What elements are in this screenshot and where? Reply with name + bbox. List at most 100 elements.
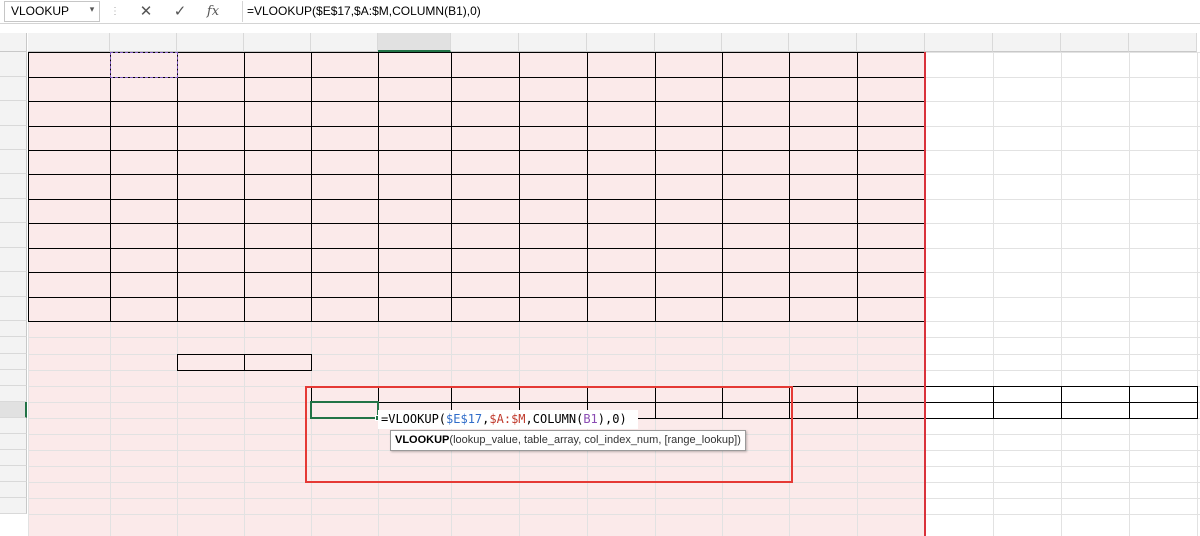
sales-value-cell[interactable] bbox=[177, 150, 244, 174]
column-header-a[interactable] bbox=[28, 33, 110, 52]
product-name-cell[interactable] bbox=[28, 77, 110, 101]
sales-value-cell[interactable] bbox=[378, 101, 451, 126]
table-header-cell[interactable] bbox=[378, 52, 451, 77]
sales-value-cell[interactable] bbox=[587, 223, 655, 248]
sales-value-cell[interactable] bbox=[311, 150, 378, 174]
sales-value-cell[interactable] bbox=[519, 150, 587, 174]
result-value-cell[interactable] bbox=[1129, 402, 1197, 418]
column-header-q[interactable] bbox=[1129, 33, 1197, 52]
sales-value-cell[interactable] bbox=[451, 174, 519, 199]
row-header-11[interactable] bbox=[0, 297, 27, 321]
sales-value-cell[interactable] bbox=[789, 297, 857, 321]
sales-value-cell[interactable] bbox=[110, 174, 177, 199]
sales-value-cell[interactable] bbox=[655, 272, 722, 297]
sales-value-cell[interactable] bbox=[519, 174, 587, 199]
sales-value-cell[interactable] bbox=[110, 150, 177, 174]
select-all-corner[interactable] bbox=[0, 33, 27, 52]
table-header-cell[interactable] bbox=[177, 52, 244, 77]
sales-value-cell[interactable] bbox=[177, 297, 244, 321]
sales-value-cell[interactable] bbox=[519, 126, 587, 150]
result-header-cell[interactable] bbox=[993, 386, 1061, 402]
column-header-l[interactable] bbox=[789, 33, 857, 52]
sales-value-cell[interactable] bbox=[244, 199, 311, 223]
sales-value-cell[interactable] bbox=[311, 126, 378, 150]
sales-value-cell[interactable] bbox=[378, 77, 451, 101]
product-name-cell[interactable] bbox=[28, 223, 110, 248]
row-header-13[interactable] bbox=[0, 337, 27, 354]
table-header-cell[interactable] bbox=[655, 52, 722, 77]
sales-value-cell[interactable] bbox=[789, 174, 857, 199]
result-value-cell[interactable] bbox=[1061, 402, 1129, 418]
sales-value-cell[interactable] bbox=[857, 248, 925, 272]
sales-value-cell[interactable] bbox=[857, 199, 925, 223]
sales-value-cell[interactable] bbox=[519, 199, 587, 223]
sales-value-cell[interactable] bbox=[789, 223, 857, 248]
row-header-20[interactable] bbox=[0, 450, 27, 466]
sales-value-cell[interactable] bbox=[857, 223, 925, 248]
row-header-6[interactable] bbox=[0, 174, 27, 199]
row-header-15[interactable] bbox=[0, 370, 27, 386]
sales-value-cell[interactable] bbox=[857, 77, 925, 101]
product-name-cell[interactable] bbox=[28, 150, 110, 174]
product-name-cell[interactable] bbox=[28, 272, 110, 297]
sales-value-cell[interactable] bbox=[655, 150, 722, 174]
sales-value-cell[interactable] bbox=[587, 297, 655, 321]
sales-value-cell[interactable] bbox=[587, 150, 655, 174]
sales-value-cell[interactable] bbox=[519, 248, 587, 272]
table-header-cell[interactable] bbox=[857, 52, 925, 77]
sales-value-cell[interactable] bbox=[244, 272, 311, 297]
sales-value-cell[interactable] bbox=[587, 101, 655, 126]
sales-value-cell[interactable] bbox=[311, 174, 378, 199]
sales-value-cell[interactable] bbox=[378, 126, 451, 150]
sales-value-cell[interactable] bbox=[110, 126, 177, 150]
sales-value-cell[interactable] bbox=[378, 272, 451, 297]
sales-value-cell[interactable] bbox=[311, 297, 378, 321]
sales-value-cell[interactable] bbox=[655, 174, 722, 199]
sales-value-cell[interactable] bbox=[451, 223, 519, 248]
sales-value-cell[interactable] bbox=[177, 272, 244, 297]
column-header-p[interactable] bbox=[1061, 33, 1129, 52]
sales-value-cell[interactable] bbox=[244, 297, 311, 321]
sales-value-cell[interactable] bbox=[177, 174, 244, 199]
column-header-e[interactable] bbox=[311, 33, 378, 52]
result-value-cell[interactable] bbox=[857, 402, 925, 418]
sales-value-cell[interactable] bbox=[587, 77, 655, 101]
column-header-h[interactable] bbox=[519, 33, 587, 52]
product-name-cell[interactable] bbox=[28, 174, 110, 199]
sales-value-cell[interactable] bbox=[244, 150, 311, 174]
row-header-23[interactable] bbox=[0, 498, 27, 514]
sales-value-cell[interactable] bbox=[451, 150, 519, 174]
table-header-cell[interactable] bbox=[28, 52, 110, 77]
column-header-c[interactable] bbox=[177, 33, 244, 52]
sales-value-cell[interactable] bbox=[311, 248, 378, 272]
sales-value-cell[interactable] bbox=[177, 126, 244, 150]
sales-value-cell[interactable] bbox=[722, 199, 789, 223]
sales-value-cell[interactable] bbox=[655, 77, 722, 101]
sales-value-cell[interactable] bbox=[451, 297, 519, 321]
product-name-cell[interactable] bbox=[28, 199, 110, 223]
table-header-cell[interactable] bbox=[519, 52, 587, 77]
sales-value-cell[interactable] bbox=[110, 297, 177, 321]
sales-value-cell[interactable] bbox=[110, 223, 177, 248]
sales-value-cell[interactable] bbox=[587, 272, 655, 297]
sales-value-cell[interactable] bbox=[451, 248, 519, 272]
sales-value-cell[interactable] bbox=[110, 101, 177, 126]
row-header-3[interactable] bbox=[0, 101, 27, 126]
lookup-value-cell[interactable] bbox=[244, 354, 311, 370]
sales-value-cell[interactable] bbox=[722, 77, 789, 101]
table-header-cell[interactable] bbox=[722, 52, 789, 77]
sales-value-cell[interactable] bbox=[244, 174, 311, 199]
row-header-18[interactable] bbox=[0, 418, 27, 434]
sales-value-cell[interactable] bbox=[110, 199, 177, 223]
worksheet[interactable]: =VLOOKUP($E$17,$A:$M,COLUMN(B1),0) VLOOK… bbox=[0, 0, 1200, 536]
sales-value-cell[interactable] bbox=[110, 272, 177, 297]
row-header-1[interactable] bbox=[0, 52, 27, 77]
sales-value-cell[interactable] bbox=[655, 223, 722, 248]
column-header-m[interactable] bbox=[857, 33, 925, 52]
column-header-b[interactable] bbox=[110, 33, 177, 52]
row-header-22[interactable] bbox=[0, 482, 27, 498]
sales-value-cell[interactable] bbox=[789, 150, 857, 174]
sales-value-cell[interactable] bbox=[177, 248, 244, 272]
sales-value-cell[interactable] bbox=[177, 101, 244, 126]
sales-value-cell[interactable] bbox=[722, 272, 789, 297]
